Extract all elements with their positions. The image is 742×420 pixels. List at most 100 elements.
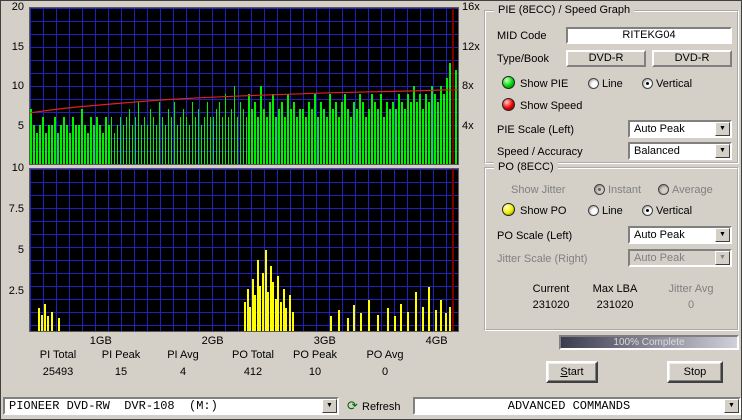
pie-line-label: Line xyxy=(602,78,623,90)
show-po-led[interactable] xyxy=(502,203,515,216)
po-bar xyxy=(415,292,418,331)
current-value: 231020 xyxy=(532,299,570,311)
po-bar xyxy=(393,316,396,331)
pie-line-radio[interactable] xyxy=(588,78,599,89)
scan-progress-text: 100% Complete xyxy=(613,337,685,348)
stat-po-total: PO Total 412 xyxy=(221,349,285,378)
stat-value: 15 xyxy=(114,366,128,378)
position-marker xyxy=(451,169,454,331)
axis-tick: 5 xyxy=(17,244,24,256)
pie-graph xyxy=(29,7,459,165)
speed-accuracy-value: Balanced xyxy=(634,145,680,157)
po-bar xyxy=(400,303,403,331)
stat-value: 412 xyxy=(243,366,263,378)
stop-button[interactable]: Stop xyxy=(667,361,723,383)
po-bar xyxy=(338,309,341,331)
axis-tick: 4GB xyxy=(425,335,448,347)
dropdown-arrow-icon[interactable]: ▼ xyxy=(715,144,730,158)
advanced-commands-select[interactable]: ADVANCED COMMANDS ▼ xyxy=(413,397,741,415)
show-speed-led[interactable] xyxy=(502,98,515,111)
stat-label: PI Avg xyxy=(167,349,199,361)
po-scale-value: Auto Peak xyxy=(634,229,685,241)
speed-line xyxy=(30,89,458,114)
start-button[interactable]: Start xyxy=(546,361,598,383)
axis-tick: 1GB xyxy=(89,335,112,347)
show-pie-led[interactable] xyxy=(502,76,515,89)
stat-label: PO Avg xyxy=(366,349,404,361)
axis-tick: 20 xyxy=(11,1,24,13)
stat-label: PO Peak xyxy=(292,349,338,361)
axis-tick: 3GB xyxy=(313,335,336,347)
po-bar xyxy=(434,309,437,331)
pie-scale-select[interactable]: Auto Peak ▼ xyxy=(628,120,732,138)
stat-pi-avg: PI Avg 4 xyxy=(151,349,215,378)
disc-type-value: DVD-R xyxy=(588,52,624,64)
max-lba-value: 231020 xyxy=(596,299,634,311)
jitter-average-radio[interactable] xyxy=(658,184,669,195)
axis-tick: 2.5 xyxy=(8,285,24,297)
po-bar xyxy=(291,311,294,331)
mid-code-value: RITEKG04 xyxy=(622,29,676,41)
axis-tick: 5 xyxy=(17,119,24,132)
stat-label: PI Total xyxy=(39,349,77,361)
po-scale-select[interactable]: Auto Peak ▼ xyxy=(628,226,732,244)
po-vertical-radio[interactable] xyxy=(642,205,653,216)
jitter-scale-select: Auto Peak ▼ xyxy=(628,249,732,267)
refresh-icon[interactable]: ⟳ xyxy=(347,398,358,414)
po-bar xyxy=(445,313,448,331)
po-line-radio[interactable] xyxy=(588,205,599,216)
po-bar xyxy=(329,316,332,331)
show-speed-label: Show Speed xyxy=(520,100,583,112)
po-bar xyxy=(406,311,409,331)
max-lba-label: Max LBA xyxy=(592,283,638,295)
axis-tick: 15 xyxy=(11,40,24,53)
dropdown-arrow-icon[interactable]: ▼ xyxy=(724,399,739,413)
stat-label: PO Total xyxy=(232,349,274,361)
jitter-avg-value: 0 xyxy=(687,299,695,311)
jitter-instant-radio[interactable] xyxy=(594,184,605,195)
dropdown-arrow-icon[interactable]: ▼ xyxy=(322,399,337,413)
po-bar xyxy=(51,311,54,331)
po-scale-label: PO Scale (Left) xyxy=(497,230,573,242)
stop-label: Stop xyxy=(683,366,707,378)
po-left-axis: 10 7.5 5 2.5 xyxy=(1,162,26,332)
stat-pi-peak: PI Peak 15 xyxy=(89,349,153,378)
drive-select[interactable]: PIONEER DVD-RW DVR-108 (M:) ▼ xyxy=(3,397,339,415)
disc-type-button[interactable]: DVD-R xyxy=(566,50,646,67)
type-book-label: Type/Book xyxy=(497,53,549,65)
refresh-label[interactable]: Refresh xyxy=(362,401,401,413)
scan-progress-bar: 100% Complete xyxy=(559,335,739,350)
po-bar xyxy=(346,318,349,331)
pie-scale-value: Auto Peak xyxy=(634,123,685,135)
pie-left-axis: 20 15 10 5 xyxy=(1,1,26,165)
po-bar xyxy=(359,313,362,331)
show-jitter-label: Show Jitter xyxy=(511,184,566,196)
po-bar xyxy=(43,303,46,331)
pie-scale-label: PIE Scale (Left) xyxy=(497,124,575,136)
stat-value: 0 xyxy=(381,366,389,378)
jitter-average-label: Average xyxy=(672,184,713,196)
book-type-button[interactable]: DVD-R xyxy=(652,50,732,67)
x-axis-labels: 1GB 2GB 3GB 4GB xyxy=(29,335,459,348)
axis-tick: 10 xyxy=(11,162,24,174)
stat-label: PI Peak xyxy=(101,349,141,361)
dropdown-arrow-icon[interactable]: ▼ xyxy=(715,228,730,242)
pie-vertical-label: Vertical xyxy=(656,78,693,90)
po-bar xyxy=(288,295,291,331)
show-po-label: Show PO xyxy=(520,205,567,217)
speed-accuracy-select[interactable]: Balanced ▼ xyxy=(628,142,732,160)
po-bar xyxy=(428,287,430,331)
disc-quality-scan-window: 20 15 10 5 16x 12x 8x 4x 10 7.5 5 2.5 1GB 2GB 3GB 4G… xyxy=(0,0,742,420)
po-group: PO (8ECC) Show Jitter Instant Average Sh… xyxy=(484,161,739,331)
po-bar xyxy=(353,305,356,331)
po-bar xyxy=(376,314,379,331)
current-label: Current xyxy=(532,283,570,295)
pie-vertical-radio[interactable] xyxy=(642,78,653,89)
stat-po-avg: PO Avg 0 xyxy=(353,349,417,378)
dropdown-arrow-icon[interactable]: ▼ xyxy=(715,122,730,136)
dropdown-arrow-icon: ▼ xyxy=(715,251,730,265)
stat-value: 25493 xyxy=(42,366,74,378)
axis-tick: 10 xyxy=(11,80,24,92)
start-accel: S xyxy=(560,366,568,378)
jitter-instant-label: Instant xyxy=(608,184,642,196)
